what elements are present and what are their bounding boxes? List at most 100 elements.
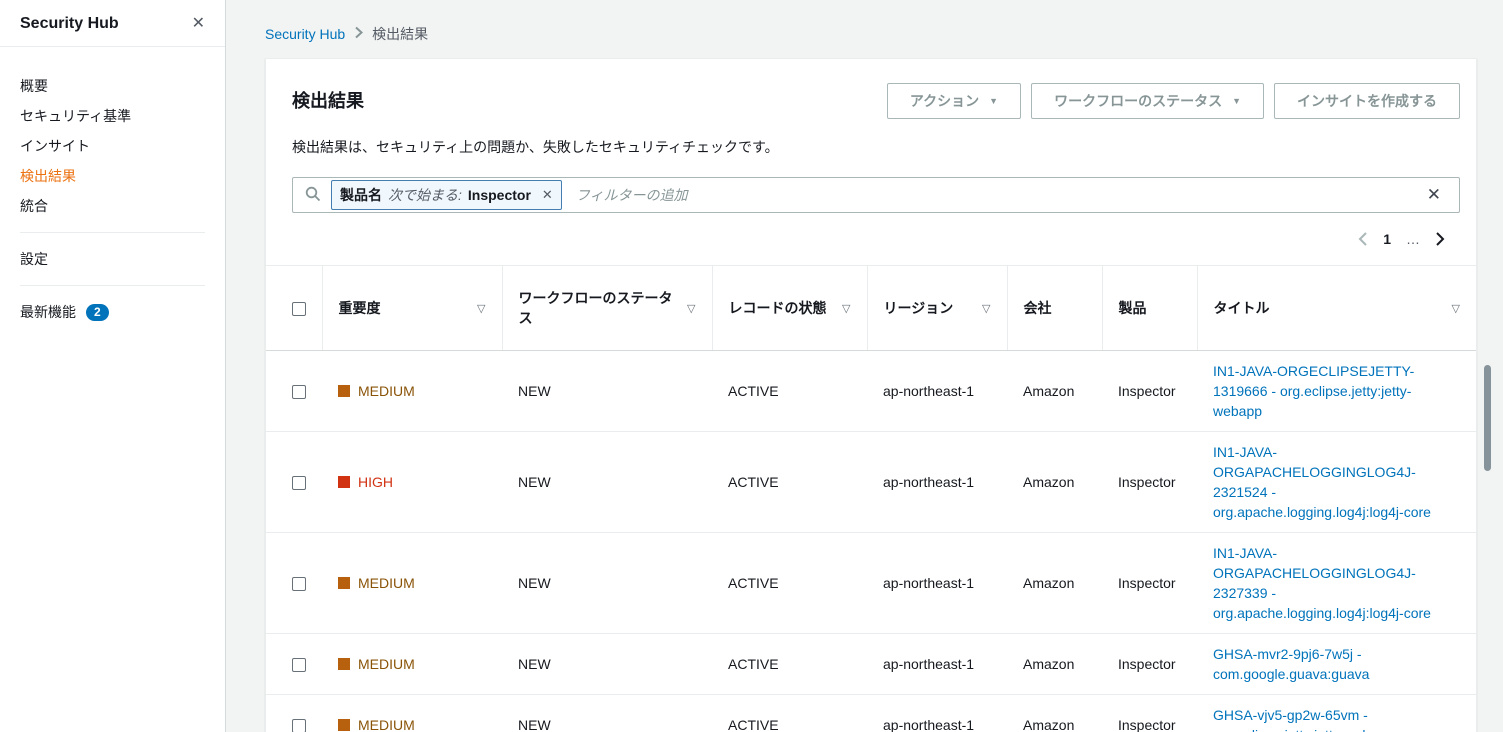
whats-new-badge: 2 [86, 303, 109, 321]
finding-title-link[interactable]: GHSA-mvr2-9pj6-7w5j - com.google.guava:g… [1213, 644, 1460, 684]
filter-input-placeholder[interactable]: フィルターの追加 [576, 185, 688, 205]
region-value: ap-northeast-1 [883, 383, 975, 399]
column-header-company-label: 会社 [1023, 300, 1052, 316]
workflow-status-value: NEW [502, 694, 712, 732]
sort-icon[interactable]: ▽ [1452, 302, 1460, 315]
column-header-company[interactable]: 会社 [1006, 265, 1102, 351]
breadcrumb-chevron-icon [354, 26, 364, 42]
severity-square-icon [338, 476, 350, 488]
remove-filter-icon[interactable]: ✕ [542, 187, 553, 203]
severity-cell: MEDIUM [322, 532, 502, 634]
breadcrumb-root-link[interactable]: Security Hub [265, 26, 345, 42]
panel-description: 検出結果は、セキュリティ上の問題か、失敗したセキュリティチェックです。 [292, 139, 779, 155]
title-cell: IN1-JAVA-ORGAPACHELOGGINGLOG4J-2327339 -… [1197, 532, 1476, 634]
table-row: HIGH NEW ACTIVE ap-northeast-1 Amazon In… [266, 431, 1476, 533]
row-checkbox[interactable] [292, 719, 306, 732]
record-state-value: ACTIVE [712, 431, 867, 533]
severity-label: MEDIUM [358, 383, 415, 399]
page-number-current[interactable]: 1 [1383, 231, 1391, 247]
panel-header: 検出結果 アクション ▼ ワークフローのステータス ▼ インサイトを作成する 検… [266, 59, 1476, 247]
column-header-region[interactable]: リージョン ▽ [866, 265, 1007, 351]
company-value: Amazon [1007, 694, 1102, 732]
sidebar-item-settings[interactable]: 設定 [20, 244, 205, 274]
column-header-severity-label: 重要度 [338, 300, 381, 316]
filter-chip-field: 製品名 [340, 187, 382, 203]
severity-label: MEDIUM [358, 717, 415, 732]
row-checkbox[interactable] [292, 385, 306, 400]
sidebar-item-whats-new[interactable]: 最新機能 2 [20, 297, 205, 327]
row-select-cell [266, 694, 322, 732]
sidebar-divider [20, 232, 205, 233]
vertical-scrollbar-thumb[interactable] [1484, 365, 1491, 471]
select-all-checkbox[interactable] [292, 302, 306, 317]
sort-icon[interactable]: ▽ [477, 302, 485, 315]
region-value: ap-northeast-1 [867, 532, 1007, 634]
select-all-column-header[interactable] [266, 265, 322, 351]
sort-icon[interactable]: ▽ [687, 302, 695, 315]
filter-chip-product-name[interactable]: 製品名 次で始まる: Inspector ✕ [331, 180, 562, 210]
sidebar-item-security-standards[interactable]: セキュリティ基準 [20, 101, 205, 131]
column-header-record-state[interactable]: レコードの状態 ▽ [711, 265, 867, 351]
sidebar-item-findings[interactable]: 検出結果 [20, 161, 205, 191]
sort-icon[interactable]: ▽ [842, 302, 850, 315]
sidebar-title: Security Hub [20, 15, 119, 32]
sort-icon[interactable]: ▽ [982, 302, 990, 315]
row-checkbox[interactable] [292, 658, 306, 673]
severity-label: MEDIUM [358, 575, 415, 591]
column-header-severity[interactable]: 重要度 ▽ [321, 265, 502, 351]
workflow-status-button-label: ワークフローのステータス [1054, 93, 1223, 109]
sidebar-item-insights[interactable]: インサイト [20, 131, 205, 161]
record-state-value: ACTIVE [712, 694, 867, 732]
search-icon [305, 186, 321, 205]
close-icon[interactable]: ✕ [192, 16, 205, 32]
title-cell: GHSA-vjv5-gp2w-65vm - org.eclipse.jetty:… [1197, 694, 1476, 732]
severity-label: MEDIUM [358, 656, 415, 672]
action-button-group: アクション ▼ ワークフローのステータス ▼ インサイトを作成する [886, 83, 1460, 119]
table-row: MEDIUM NEW ACTIVE ap-northeast-1 Amazon … [266, 633, 1476, 695]
create-insight-button-label: インサイトを作成する [1297, 93, 1437, 109]
company-value: Amazon [1023, 383, 1075, 399]
severity-cell: HIGH [322, 431, 502, 533]
caret-down-icon: ▼ [989, 95, 999, 106]
table-row: MEDIUM NEW ACTIVE ap-northeast-1 Amazon … [266, 532, 1476, 634]
sidebar-item-integrations[interactable]: 統合 [20, 191, 205, 221]
filter-chip-value: Inspector [467, 187, 531, 203]
column-header-product[interactable]: 製品 [1101, 265, 1197, 351]
column-header-record-label: レコードの状態 [728, 300, 827, 316]
sidebar-item-overview[interactable]: 概要 [20, 71, 205, 101]
title-cell: GHSA-mvr2-9pj6-7w5j - com.google.guava:g… [1197, 633, 1476, 695]
row-checkbox[interactable] [292, 577, 306, 592]
create-insight-button[interactable]: インサイトを作成する [1274, 83, 1460, 119]
product-value: Inspector [1102, 694, 1197, 732]
record-state-value: ACTIVE [712, 633, 867, 695]
findings-table: 重要度 ▽ ワークフローのステータス ▽ レコードの状態 ▽ リージョン ▽ 会… [266, 265, 1476, 732]
previous-page-icon[interactable] [1357, 231, 1368, 247]
product-value: Inspector [1102, 431, 1197, 533]
page-title: 検出結果 [292, 91, 364, 111]
severity-cell: MEDIUM [322, 633, 502, 695]
finding-title-link[interactable]: GHSA-vjv5-gp2w-65vm - org.eclipse.jetty:… [1213, 705, 1460, 732]
workflow-status-value: NEW [502, 633, 712, 695]
row-checkbox[interactable] [292, 476, 306, 491]
whats-new-label: 最新機能 [20, 304, 76, 320]
workflow-status-button[interactable]: ワークフローのステータス ▼ [1031, 83, 1264, 119]
filter-bar[interactable]: 製品名 次で始まる: Inspector ✕ フィルターの追加 ✕ [292, 177, 1460, 213]
severity-square-icon [338, 719, 350, 731]
finding-title-link[interactable]: IN1-JAVA-ORGECLIPSEJETTY-1319666 - org.e… [1213, 361, 1460, 421]
sidebar-header: Security Hub ✕ [0, 0, 225, 47]
table-header-row: 重要度 ▽ ワークフローのステータス ▽ レコードの状態 ▽ リージョン ▽ 会… [266, 265, 1476, 351]
column-header-workflow-status[interactable]: ワークフローのステータス ▽ [501, 265, 712, 351]
column-header-region-label: リージョン [883, 300, 954, 316]
severity-square-icon [338, 658, 350, 670]
finding-title-link[interactable]: IN1-JAVA-ORGAPACHELOGGINGLOG4J-2321524 -… [1213, 442, 1460, 522]
pagination: 1 … [292, 231, 1460, 247]
actions-button[interactable]: アクション ▼ [886, 83, 1022, 119]
region-value: ap-northeast-1 [867, 431, 1007, 533]
clear-filters-icon[interactable]: ✕ [1427, 185, 1447, 205]
row-select-cell [266, 532, 322, 634]
column-header-title[interactable]: タイトル ▽ [1196, 265, 1476, 351]
next-page-icon[interactable] [1435, 231, 1446, 247]
title-cell: IN1-JAVA-ORGECLIPSEJETTY-1319666 - org.e… [1197, 351, 1476, 432]
severity-square-icon [338, 577, 350, 589]
finding-title-link[interactable]: IN1-JAVA-ORGAPACHELOGGINGLOG4J-2327339 -… [1213, 543, 1460, 623]
